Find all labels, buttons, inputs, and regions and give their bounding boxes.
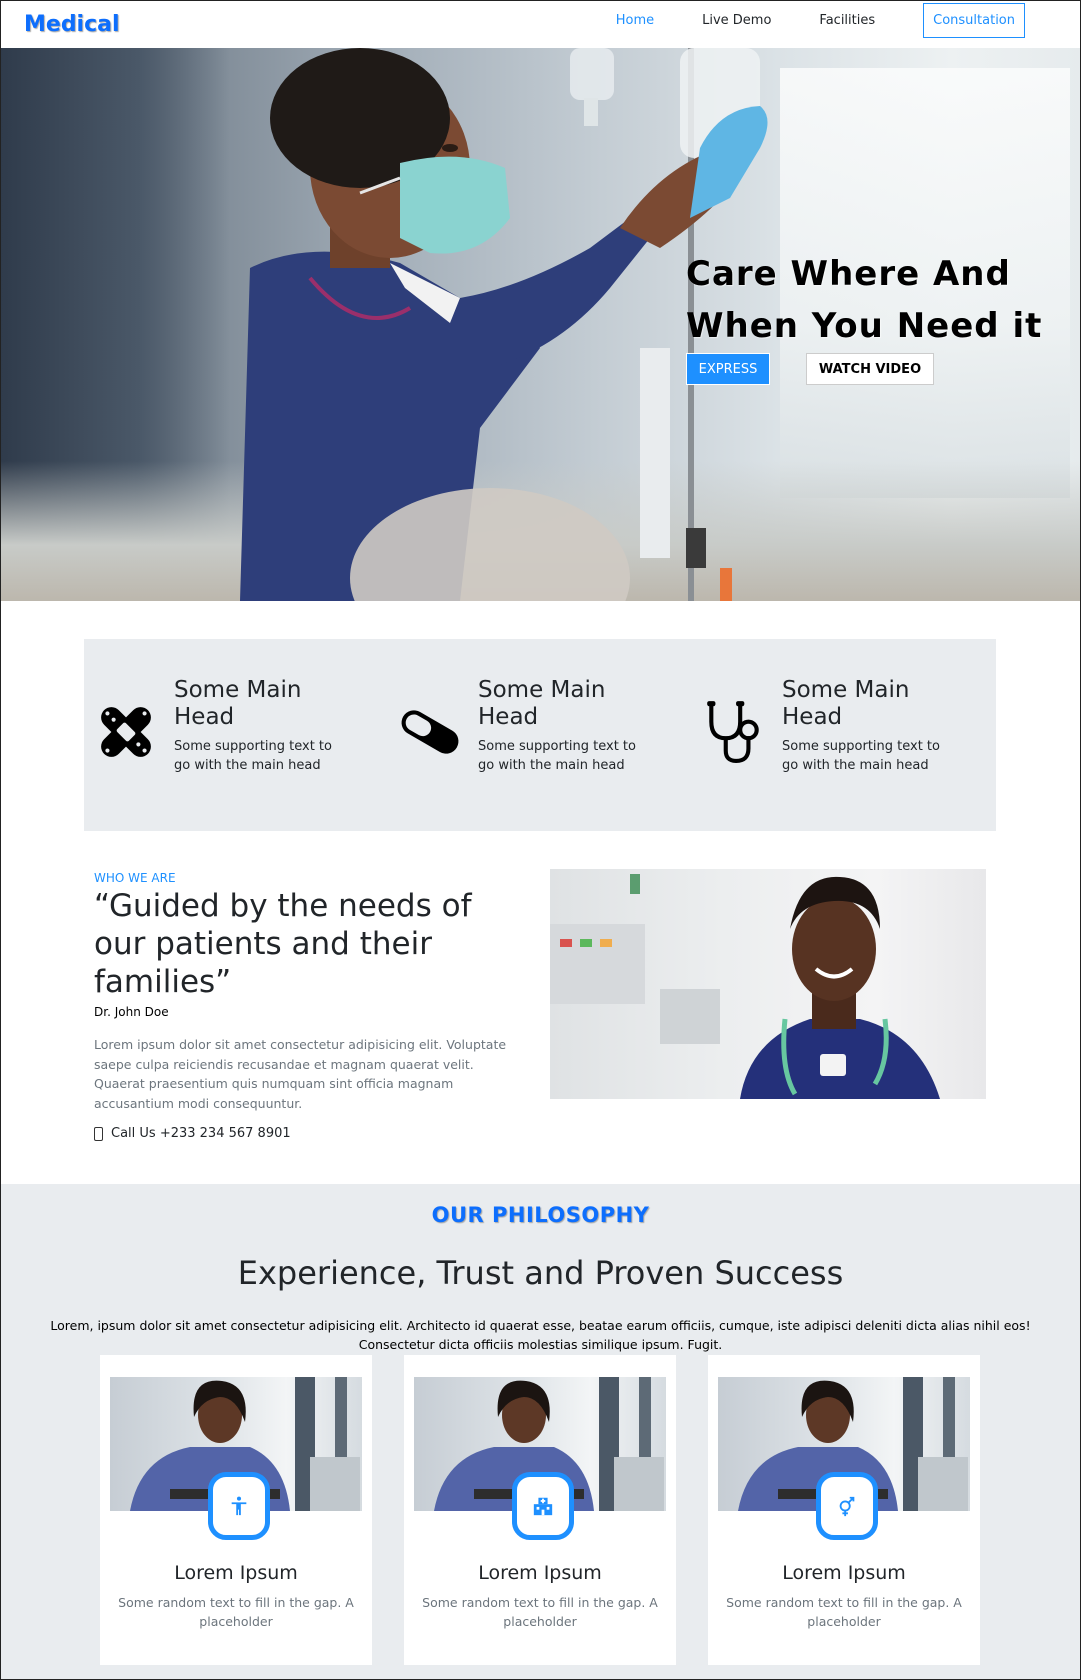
about-author: Dr. John Doe [94,1005,169,1019]
call-us[interactable]: Call Us +233 234 567 8901 [94,1126,291,1141]
feature-item: Some Main Head Some supporting text to g… [84,677,344,797]
hero-section: Care Where And When You Need it EXPRESS … [0,48,1081,601]
gender-icon-badge [816,1472,878,1540]
philosophy-card[interactable]: Lorem Ipsum Some random text to fill in … [404,1355,676,1665]
brand-logo[interactable]: Medical [24,12,120,37]
features-panel: Some Main Head Some supporting text to g… [84,639,996,831]
watch-video-button[interactable]: WATCH VIDEO [806,353,934,385]
feature-text: Some supporting text to go with the main… [478,739,636,773]
philosophy-label: OUR PHILOSOPHY [431,1203,650,1227]
card-title: Lorem Ipsum [174,1562,298,1584]
about-body: Lorem ipsum dolor sit amet consectetur a… [94,1037,507,1111]
card-text: Some random text to fill in the gap. A p… [726,1595,962,1629]
express-button[interactable]: EXPRESS [686,353,770,385]
card-text: Some random text to fill in the gap. A p… [422,1595,658,1629]
doctor-image [550,869,986,1099]
hero-title-line2: When You Need it [686,306,1043,346]
call-us-text: Call Us +233 234 567 8901 [111,1126,291,1141]
gender-icon [839,1496,855,1517]
philosophy-title: Experience, Trust and Proven Success [237,1254,844,1292]
feature-head: Some Main Head [174,677,302,730]
hero-title-line1: Care Where And [686,254,1011,294]
card-title: Lorem Ipsum [478,1562,602,1584]
philosophy-card[interactable]: Lorem Ipsum Some random text to fill in … [708,1355,980,1665]
bandage-icon [101,707,151,757]
feature-head: Some Main Head [478,677,606,730]
nav-facilities[interactable]: Facilities [819,4,875,38]
who-we-are-label: WHO WE ARE [94,871,176,885]
phone-icon [94,1126,103,1141]
card-title: Lorem Ipsum [782,1562,906,1584]
feature-item: Some Main Head Some supporting text to g… [388,677,648,797]
card-text: Some random text to fill in the gap. A p… [118,1595,354,1629]
stethoscope-icon [707,701,759,763]
philosophy-card[interactable]: Lorem Ipsum Some random text to fill in … [100,1355,372,1665]
philosophy-body: Lorem, ipsum dolor sit amet consectetur … [50,1318,1031,1352]
feature-text: Some supporting text to go with the main… [782,739,940,773]
hospital-icon [533,1497,553,1516]
nav-home[interactable]: Home [616,4,654,38]
feature-item: Some Main Head Some supporting text to g… [692,677,952,797]
nav-live-demo[interactable]: Live Demo [702,4,771,38]
pill-capsule-icon [401,710,459,754]
feature-text: Some supporting text to go with the main… [174,739,332,773]
hero-title: Care Where And When You Need it [686,248,1066,352]
about-quote: “Guided by the needs of our patients and… [94,888,472,1000]
navbar: Medical Home Live Demo Facilities Consul… [0,0,1081,48]
hospital-icon-badge [512,1472,574,1540]
feature-head: Some Main Head [782,677,910,730]
doctor-illustration [550,874,940,1099]
philosophy-section: OUR PHILOSOPHY Experience, Trust and Pro… [0,1184,1081,1680]
accessibility-icon-badge [208,1472,270,1540]
nav-consultation-button[interactable]: Consultation [923,3,1025,38]
accessibility-icon [231,1496,247,1516]
nav-links: Home Live Demo Facilities Consultation [568,3,1025,38]
